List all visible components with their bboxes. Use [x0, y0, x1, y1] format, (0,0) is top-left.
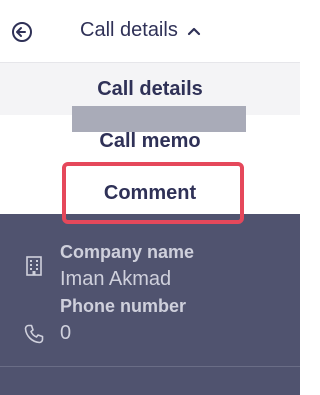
menu-item-label: Call memo — [99, 129, 201, 152]
building-icon — [26, 256, 42, 276]
call-details-panel: Company name Iman Akmad Phone number 0 — [0, 214, 300, 395]
company-label: Company name — [60, 242, 195, 262]
back-icon[interactable] — [10, 20, 34, 44]
menu-item-comment[interactable]: Comment — [0, 167, 300, 219]
menu-item-label: Comment — [103, 181, 197, 204]
menu-item-label: Call details — [97, 77, 203, 100]
phone-value: 0 — [60, 322, 72, 344]
company-row: Company name Iman Akmad — [0, 228, 300, 290]
phone-icon — [24, 324, 44, 344]
divider — [0, 366, 300, 367]
company-value: Iman Akmad — [60, 268, 172, 290]
dropdown-menu: Call details Call memo Comment — [0, 62, 300, 214]
chevron-up-icon — [187, 27, 200, 35]
call-details-dropdown[interactable]: Call details — [80, 19, 202, 42]
phone-row: Phone number 0 — [0, 294, 300, 364]
redacted-phone-number — [72, 106, 246, 132]
header-title: Call details — [80, 19, 178, 41]
top-bar: Call details — [0, 0, 300, 62]
phone-label: Phone number — [60, 296, 187, 316]
